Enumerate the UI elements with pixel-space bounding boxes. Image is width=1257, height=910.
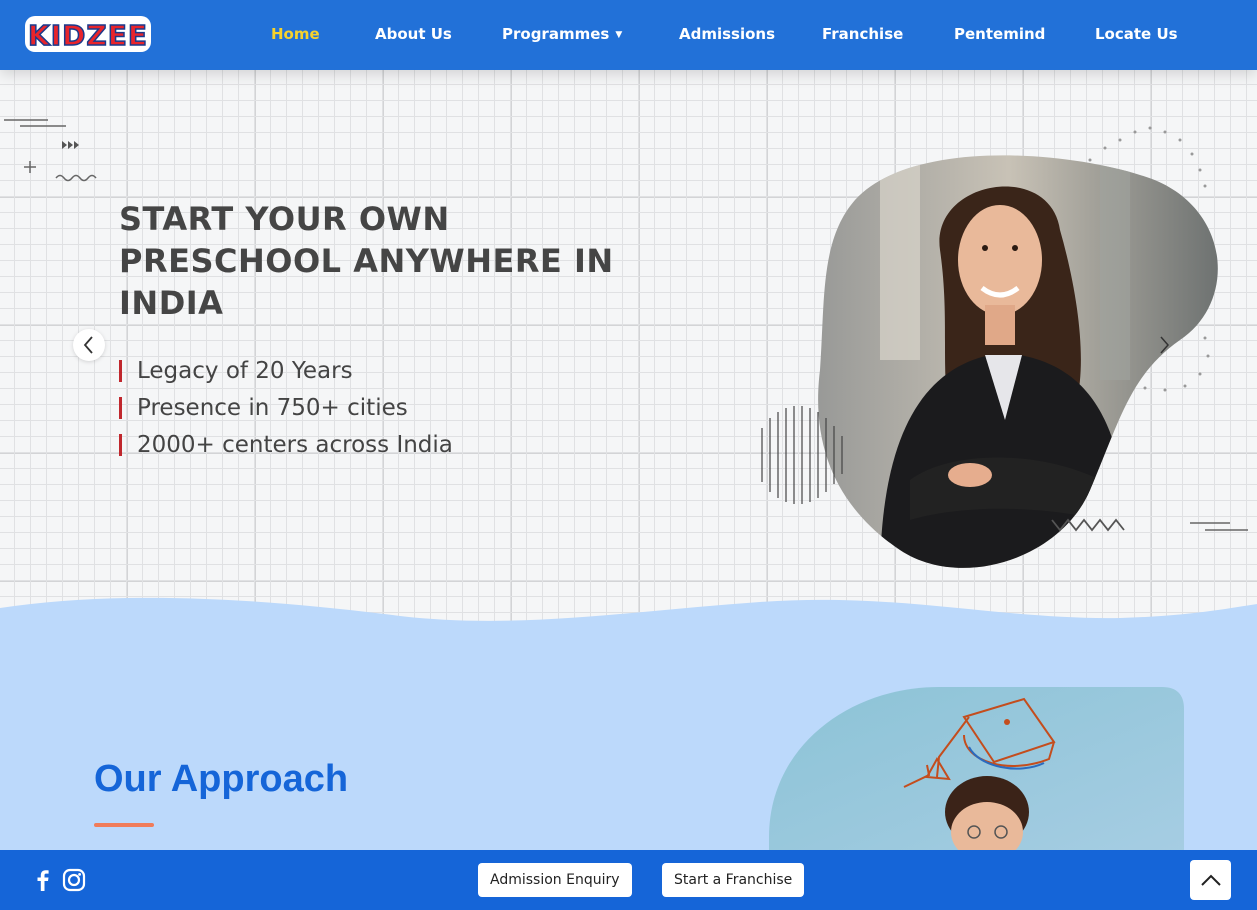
caret-down-icon: ▼ [615,30,623,40]
admission-enquiry-button[interactable]: Admission Enquiry [478,863,632,897]
facebook-icon[interactable] [30,867,56,893]
nav-programmes[interactable]: Programmes ▼ [502,25,622,43]
main-nav: Home About Us Programmes ▼ Admissions Fra… [0,0,1257,70]
feature-text: Presence in 750+ cities [137,394,408,421]
feature-text: 2000+ centers across India [137,431,453,458]
hero-feature-item: Legacy of 20 Years [119,352,453,389]
scroll-to-top-button[interactable] [1190,860,1231,900]
carousel-prev-button[interactable] [73,329,105,361]
hero-features-list: Legacy of 20 Years Presence in 750+ citi… [119,352,453,463]
chevron-left-icon [83,336,93,354]
wave-divider [0,597,1257,650]
chevron-up-icon [1200,874,1221,886]
approach-image [769,687,1184,857]
hero-title: START YOUR OWN PRESCHOOL ANYWHERE IN IND… [119,200,614,322]
nav-admissions[interactable]: Admissions [679,25,775,43]
carousel-next-button[interactable] [1148,329,1180,361]
bottom-action-bar: Admission Enquiry Start a Franchise [0,850,1257,910]
nav-about-us[interactable]: About Us [375,25,452,43]
hero-banner: START YOUR OWN PRESCHOOL ANYWHERE IN IND… [0,70,1257,630]
nav-programmes-label: Programmes [502,25,610,43]
approach-underline [94,823,154,827]
nav-franchise[interactable]: Franchise [822,25,903,43]
feature-text: Legacy of 20 Years [137,357,353,384]
hero-woman-photo [761,126,1248,568]
decorative-doodle [4,119,97,182]
chevron-right-icon [1160,336,1169,354]
start-franchise-button[interactable]: Start a Franchise [662,863,805,897]
nav-home[interactable]: Home [271,25,320,43]
hero-feature-item: 2000+ centers across India [119,426,453,463]
instagram-icon[interactable] [61,867,87,893]
top-navbar: KIDZEE Home About Us Programmes ▼ Admissi… [0,0,1257,70]
nav-locate-us[interactable]: Locate Us [1095,25,1178,43]
hero-feature-item: Presence in 750+ cities [119,389,453,426]
feature-bar [119,433,122,456]
feature-bar [119,396,122,419]
feature-bar [119,359,122,382]
nav-pentemind[interactable]: Pentemind [954,25,1045,43]
approach-title: Our Approach [94,758,349,800]
